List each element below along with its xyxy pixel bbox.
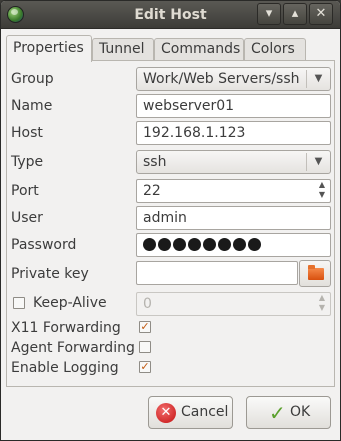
password-dot [218, 238, 231, 251]
group-select[interactable]: Work/Web Servers/ssh ▼ [136, 67, 331, 91]
password-field[interactable] [136, 233, 331, 257]
agent-forwarding-checkbox[interactable] [139, 341, 151, 353]
user-label: User [11, 210, 43, 226]
password-dot [248, 238, 261, 251]
agent-forwarding-label: Agent Forwarding [11, 340, 135, 356]
port-label: Port [11, 183, 39, 199]
chevron-down-icon: ▼ [306, 153, 330, 171]
name-label: Name [11, 98, 53, 114]
password-dot [143, 238, 156, 251]
edit-host-dialog: Edit Host ▾ ▴ ✕ Properties Tunnel Comman… [0, 0, 341, 441]
chevron-down-icon: ▼ [306, 70, 330, 88]
group-label: Group [11, 71, 54, 87]
x11-forwarding-checkbox[interactable]: ✓ [139, 321, 151, 333]
spin-arrows-icon[interactable]: ▲ ▼ [314, 180, 330, 202]
spin-arrows-icon: ▲ ▼ [318, 293, 326, 312]
host-label: Host [11, 125, 43, 141]
cancel-button[interactable]: ✕ Cancel [148, 396, 233, 429]
checkmark-icon: ✓ [140, 360, 150, 373]
password-dot [173, 238, 186, 251]
keepalive-value: 0 [143, 296, 152, 312]
tab-properties[interactable]: Properties [6, 35, 92, 62]
type-select[interactable]: ssh ▼ [136, 150, 331, 174]
minimize-icon: ▾ [265, 6, 273, 21]
ok-button[interactable]: ✓ OK [246, 396, 331, 429]
maximize-button[interactable]: ▴ [283, 3, 307, 25]
type-select-value: ssh [143, 154, 167, 170]
tab-tunnel[interactable]: Tunnel [92, 38, 154, 61]
x11-forwarding-label: X11 Forwarding [11, 320, 121, 336]
ok-button-label: OK [290, 404, 311, 420]
keepalive-stepper: 0 ▲ ▼ [136, 292, 331, 316]
name-field[interactable]: webserver01 [136, 94, 331, 118]
private-key-label: Private key [11, 266, 89, 282]
cancel-icon: ✕ [156, 403, 176, 423]
password-dot [233, 238, 246, 251]
private-key-field[interactable] [136, 261, 298, 285]
checkmark-icon: ✓ [140, 320, 150, 333]
minimize-button[interactable]: ▾ [257, 3, 281, 25]
enable-logging-label: Enable Logging [11, 360, 119, 376]
maximize-icon: ▴ [291, 6, 299, 21]
password-label: Password [11, 237, 77, 253]
password-mask [143, 238, 263, 253]
host-field[interactable]: 192.168.1.123 [136, 121, 331, 145]
tab-commands[interactable]: Commands [154, 38, 244, 61]
keepalive-label: Keep-Alive [33, 295, 107, 311]
checkmark-icon: ✓ [269, 401, 286, 425]
keepalive-checkbox[interactable] [13, 297, 25, 309]
type-label: Type [11, 154, 44, 170]
port-stepper[interactable]: 22 ▲ ▼ [136, 179, 331, 203]
tab-colors[interactable]: Colors [244, 38, 306, 61]
group-select-value: Work/Web Servers/ssh [143, 71, 300, 87]
close-icon: ✕ [315, 6, 327, 21]
password-dot [203, 238, 216, 251]
close-button[interactable]: ✕ [309, 3, 333, 25]
title-bar[interactable]: Edit Host ▾ ▴ ✕ [1, 1, 340, 29]
user-field[interactable]: admin [136, 206, 331, 230]
cancel-button-label: Cancel [181, 404, 229, 420]
password-dot [158, 238, 171, 251]
enable-logging-checkbox[interactable]: ✓ [139, 361, 151, 373]
password-dot [188, 238, 201, 251]
browse-key-button[interactable] [299, 260, 331, 287]
port-value: 22 [143, 183, 161, 199]
folder-icon [308, 265, 324, 280]
